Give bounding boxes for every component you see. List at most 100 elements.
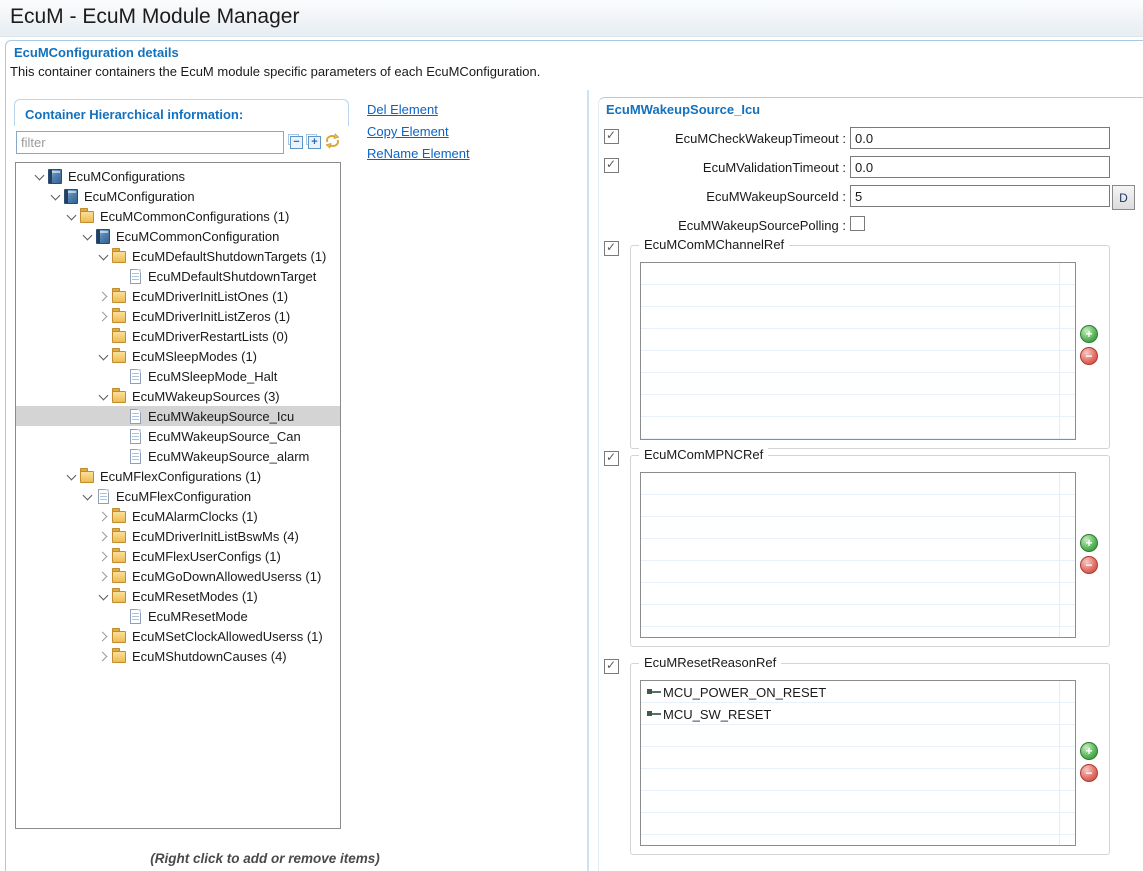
- module-icon: [48, 169, 62, 184]
- document-icon: [130, 429, 141, 444]
- reference-icon: [647, 687, 663, 697]
- document-icon: [130, 449, 141, 464]
- wakeupsourceid-input[interactable]: [850, 185, 1110, 207]
- add-icon[interactable]: +: [1080, 534, 1098, 552]
- tree-item[interactable]: EcuMResetModes (1): [16, 586, 340, 606]
- collapse-all-icon[interactable]: −: [288, 134, 303, 149]
- expander-spacer: [97, 328, 112, 344]
- tree-item[interactable]: EcuMWakeupSource_Can: [16, 426, 340, 446]
- commchannelref-list[interactable]: [640, 262, 1076, 440]
- tree-item[interactable]: EcuMCommonConfiguration: [16, 226, 340, 246]
- commchannelref-checkbox[interactable]: [604, 241, 619, 256]
- tree-item[interactable]: EcuMSleepModes (1): [16, 346, 340, 366]
- chevron-down-icon[interactable]: [33, 168, 48, 184]
- chevron-right-icon[interactable]: [97, 648, 112, 664]
- tree-item-selected[interactable]: EcuMWakeupSource_Icu: [16, 406, 340, 426]
- chevron-right-icon[interactable]: [97, 548, 112, 564]
- chevron-right-icon[interactable]: [97, 288, 112, 304]
- add-icon[interactable]: +: [1080, 325, 1098, 343]
- resetreasonref-checkbox[interactable]: [604, 659, 619, 674]
- tree-item[interactable]: EcuMSleepMode_Halt: [16, 366, 340, 386]
- commpncref-group: EcuMComMPNCRef: [630, 455, 1110, 647]
- checkwakeuptimeout-label: EcuMCheckWakeupTimeout :: [628, 131, 846, 146]
- tree-item[interactable]: EcuMShutdownCauses (4): [16, 646, 340, 666]
- folder-icon: [112, 631, 126, 644]
- default-value-button[interactable]: D: [1112, 185, 1135, 210]
- chevron-right-icon[interactable]: [97, 628, 112, 644]
- folder-icon: [112, 331, 126, 344]
- remove-icon[interactable]: −: [1080, 347, 1098, 365]
- chevron-down-icon[interactable]: [65, 208, 80, 224]
- chevron-down-icon[interactable]: [81, 228, 96, 244]
- remove-icon[interactable]: −: [1080, 556, 1098, 574]
- chevron-down-icon[interactable]: [81, 488, 96, 504]
- tree-item[interactable]: EcuMFlexConfigurations (1): [16, 466, 340, 486]
- folder-icon: [112, 531, 126, 544]
- tree-item[interactable]: EcuMAlarmClocks (1): [16, 506, 340, 526]
- wakeup-source-title: EcuMWakeupSource_Icu: [606, 102, 760, 117]
- ecum-module-manager-view: EcuM - EcuM Module Manager EcuMConfigura…: [0, 0, 1143, 871]
- validationtimeout-input[interactable]: [850, 156, 1110, 178]
- tree-item[interactable]: EcuMFlexConfiguration: [16, 486, 340, 506]
- refresh-icon[interactable]: [324, 132, 341, 150]
- chevron-down-icon[interactable]: [97, 388, 112, 404]
- chevron-down-icon[interactable]: [97, 248, 112, 264]
- filter-input[interactable]: [16, 131, 284, 154]
- del-element-link[interactable]: Del Element: [367, 102, 438, 117]
- folder-icon: [112, 651, 126, 664]
- list-item[interactable]: MCU_SW_RESET: [641, 703, 1075, 725]
- commpncref-checkbox[interactable]: [604, 451, 619, 466]
- wakeupsourcepolling-checkbox[interactable]: [850, 216, 865, 231]
- resetreasonref-list[interactable]: MCU_POWER_ON_RESET MCU_SW_RESET: [640, 680, 1076, 846]
- tree-item[interactable]: EcuMDriverInitListOnes (1): [16, 286, 340, 306]
- checkwakeuptimeout-input[interactable]: [850, 127, 1110, 149]
- tree-item[interactable]: EcuMConfigurations: [16, 166, 340, 186]
- list-item[interactable]: MCU_POWER_ON_RESET: [641, 681, 1075, 703]
- chevron-down-icon[interactable]: [97, 588, 112, 604]
- container-hierarchy-group: Container Hierarchical information:: [14, 99, 349, 126]
- chevron-right-icon[interactable]: [97, 528, 112, 544]
- tree-item[interactable]: EcuMWakeupSource_alarm: [16, 446, 340, 466]
- expander-spacer: [113, 608, 128, 624]
- tree-item[interactable]: EcuMDriverInitListBswMs (4): [16, 526, 340, 546]
- folder-icon: [112, 311, 126, 324]
- list-item-label: MCU_POWER_ON_RESET: [663, 685, 826, 700]
- chevron-right-icon[interactable]: [97, 308, 112, 324]
- tree-item[interactable]: EcuMDriverInitListZeros (1): [16, 306, 340, 326]
- tree-item[interactable]: EcuMConfiguration: [16, 186, 340, 206]
- tree-item[interactable]: EcuMCommonConfigurations (1): [16, 206, 340, 226]
- add-icon[interactable]: +: [1080, 742, 1098, 760]
- tree-item[interactable]: EcuMDefaultShutdownTarget: [16, 266, 340, 286]
- wakeupsourceid-label: EcuMWakeupSourceId :: [628, 189, 846, 204]
- container-hierarchy-title: Container Hierarchical information:: [25, 107, 243, 122]
- commpncref-list[interactable]: [640, 472, 1076, 638]
- list-item-label: MCU_SW_RESET: [663, 707, 771, 722]
- remove-icon[interactable]: −: [1080, 764, 1098, 782]
- tree-item[interactable]: EcuMFlexUserConfigs (1): [16, 546, 340, 566]
- wakeupsourcepolling-label: EcuMWakeupSourcePolling :: [628, 218, 846, 233]
- chevron-down-icon[interactable]: [97, 348, 112, 364]
- title-bar: EcuM - EcuM Module Manager: [0, 0, 1143, 37]
- tree-item[interactable]: EcuMDefaultShutdownTargets (1): [16, 246, 340, 266]
- folder-icon: [112, 591, 126, 604]
- container-hierarchy-tree[interactable]: EcuMConfigurations EcuMConfiguration Ecu…: [15, 162, 341, 829]
- validationtimeout-checkbox[interactable]: [604, 158, 619, 173]
- resetreasonref-group: EcuMResetReasonRef MCU_POWER_ON_RESET MC…: [630, 663, 1110, 855]
- document-icon: [130, 409, 141, 424]
- rename-element-link[interactable]: ReName Element: [367, 146, 470, 161]
- chevron-down-icon[interactable]: [65, 468, 80, 484]
- document-icon: [130, 609, 141, 624]
- tree-item[interactable]: EcuMDriverRestartLists (0): [16, 326, 340, 346]
- checkwakeuptimeout-checkbox[interactable]: [604, 129, 619, 144]
- chevron-down-icon[interactable]: [49, 188, 64, 204]
- tree-item[interactable]: EcuMSetClockAllowedUserss (1): [16, 626, 340, 646]
- chevron-right-icon[interactable]: [97, 568, 112, 584]
- expander-spacer: [113, 408, 128, 424]
- tree-item[interactable]: EcuMWakeupSources (3): [16, 386, 340, 406]
- chevron-right-icon[interactable]: [97, 508, 112, 524]
- tree-item[interactable]: EcuMResetMode: [16, 606, 340, 626]
- expand-all-icon[interactable]: +: [306, 134, 321, 149]
- right-click-hint: (Right click to add or remove items): [55, 851, 475, 866]
- tree-item[interactable]: EcuMGoDownAllowedUserss (1): [16, 566, 340, 586]
- copy-element-link[interactable]: Copy Element: [367, 124, 449, 139]
